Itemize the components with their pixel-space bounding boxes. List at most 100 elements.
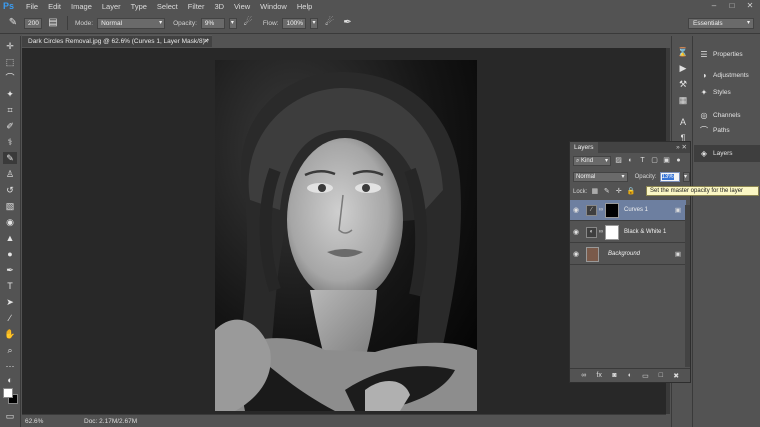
- layer-curves[interactable]: ◉ ∕ ∞ Curves 1 ▣: [570, 200, 686, 221]
- shape-tool-icon[interactable]: ∕: [3, 312, 17, 324]
- type-filter-icon[interactable]: T: [638, 156, 647, 165]
- zoom-tool-icon[interactable]: ⌕: [3, 344, 17, 356]
- minimize-button[interactable]: –: [708, 1, 720, 11]
- screen-mode-icon[interactable]: ▭: [3, 410, 17, 422]
- panel-label: Adjustments: [713, 72, 749, 79]
- background-thumbnail: [586, 246, 599, 262]
- new-group-icon[interactable]: ▭: [640, 372, 650, 380]
- layer-black-white[interactable]: ◉ ◐ ∞ Black & White 1: [570, 222, 686, 243]
- blend-mode-select[interactable]: Normal ▾: [573, 171, 628, 182]
- shape-filter-icon[interactable]: ▢: [650, 156, 659, 165]
- paint-bucket-tool-icon[interactable]: ◉: [3, 216, 17, 228]
- brush-preset-icon[interactable]: ✎: [6, 16, 20, 30]
- panel-properties[interactable]: ☰ Properties: [694, 46, 760, 63]
- character-icon[interactable]: A: [677, 116, 689, 128]
- smart-object-filter-icon[interactable]: ▣: [662, 156, 671, 165]
- quick-mask-icon[interactable]: ◐: [3, 374, 17, 386]
- tool-presets-icon[interactable]: ⚒: [677, 78, 689, 90]
- path-selection-tool-icon[interactable]: ➤: [3, 296, 17, 308]
- menu-image[interactable]: Image: [66, 0, 97, 13]
- history-brush-tool-icon[interactable]: ↺: [3, 184, 17, 196]
- layer-mask-thumbnail[interactable]: [605, 202, 619, 218]
- panel-styles[interactable]: ✦ Styles: [694, 84, 760, 101]
- panel-layers[interactable]: ◈ Layers: [694, 145, 760, 162]
- visibility-eye-icon[interactable]: ◉: [570, 206, 582, 214]
- maximize-button[interactable]: □: [726, 1, 738, 11]
- clone-stamp-tool-icon[interactable]: ♙: [3, 168, 17, 180]
- mode-select[interactable]: Normal ▾: [97, 17, 166, 29]
- lock-transparent-icon[interactable]: ▦: [590, 187, 599, 196]
- menu-filter[interactable]: Filter: [183, 0, 210, 13]
- lock-pixels-icon[interactable]: ✎: [602, 187, 611, 196]
- move-tool-icon[interactable]: ✛: [3, 40, 17, 52]
- actions-icon[interactable]: ▶: [677, 62, 689, 74]
- new-layer-icon[interactable]: □: [656, 372, 666, 379]
- blur-tool-icon[interactable]: ▲: [3, 232, 17, 244]
- eraser-tool-icon[interactable]: ▧: [3, 200, 17, 212]
- visibility-eye-icon[interactable]: ◉: [570, 250, 582, 258]
- panel-adjustments[interactable]: ◑ Adjustments: [694, 67, 760, 84]
- menu-view[interactable]: View: [229, 0, 255, 13]
- layer-opacity-field[interactable]: 13%: [659, 171, 681, 182]
- menu-window[interactable]: Window: [255, 0, 292, 13]
- menu-edit[interactable]: Edit: [43, 0, 66, 13]
- menu-layer[interactable]: Layer: [97, 0, 126, 13]
- airbrush-icon[interactable]: ☄: [322, 16, 336, 30]
- layer-background[interactable]: ◉ Background ▣: [570, 244, 686, 265]
- doc-size[interactable]: Doc: 2.17M/2.67M: [84, 418, 137, 425]
- adjustment-filter-icon[interactable]: ◐: [626, 156, 635, 165]
- link-chain-icon[interactable]: ∞: [598, 229, 604, 235]
- add-mask-icon[interactable]: ◙: [610, 372, 620, 379]
- dodge-tool-icon[interactable]: ●: [3, 248, 17, 260]
- new-adjustment-icon[interactable]: ◐: [625, 372, 635, 379]
- history-icon[interactable]: ⌛: [677, 46, 689, 58]
- quick-select-tool-icon[interactable]: ✦: [3, 88, 17, 100]
- pressure-opacity-icon[interactable]: ☄: [241, 16, 255, 30]
- brush-panel-icon[interactable]: ▤: [46, 16, 60, 30]
- type-tool-icon[interactable]: T: [3, 280, 17, 292]
- swatches-icon[interactable]: ▦: [677, 94, 689, 106]
- flow-slider-toggle[interactable]: ▾: [310, 17, 319, 29]
- crop-tool-icon[interactable]: ⌗: [3, 104, 17, 116]
- menu-type[interactable]: Type: [126, 0, 152, 13]
- opacity-slider-toggle[interactable]: ▾: [228, 17, 237, 29]
- link-chain-icon[interactable]: ∞: [598, 207, 604, 213]
- brush-tool-icon[interactable]: ✎: [3, 152, 17, 164]
- more-tools-icon[interactable]: ⋯: [3, 360, 17, 372]
- flow-field[interactable]: 100%: [282, 17, 307, 29]
- filter-toggle-icon[interactable]: ●: [674, 156, 683, 165]
- close-icon[interactable]: ✕: [204, 36, 209, 47]
- brush-size-picker[interactable]: 200: [24, 17, 42, 29]
- hand-tool-icon[interactable]: ✋: [3, 328, 17, 340]
- menu-select[interactable]: Select: [152, 0, 183, 13]
- visibility-eye-icon[interactable]: ◉: [570, 228, 582, 236]
- tab-layers[interactable]: Layers: [570, 142, 598, 153]
- opacity-dropdown[interactable]: ▾: [683, 171, 690, 182]
- panel-paths[interactable]: ⌒ Paths: [694, 122, 760, 139]
- pixel-filter-icon[interactable]: ▨: [614, 156, 623, 165]
- workspace-select[interactable]: Essentials ▾: [688, 18, 754, 29]
- lock-all-icon[interactable]: 🔒: [626, 187, 635, 196]
- link-layers-icon[interactable]: ∞: [579, 372, 589, 379]
- menu-help[interactable]: Help: [292, 0, 317, 13]
- opacity-field[interactable]: 9%: [200, 17, 225, 29]
- pressure-size-icon[interactable]: ✒: [340, 16, 354, 30]
- healing-brush-tool-icon[interactable]: ⚕: [3, 136, 17, 148]
- layer-filter-kind[interactable]: ⌕ Kind ▾: [573, 155, 611, 166]
- fx-icon[interactable]: fx: [594, 372, 604, 379]
- menu-file[interactable]: File: [21, 0, 43, 13]
- marquee-tool-icon[interactable]: ⬚: [3, 56, 17, 68]
- eyedropper-tool-icon[interactable]: ✐: [3, 120, 17, 132]
- lasso-tool-icon[interactable]: ⌒: [3, 72, 17, 84]
- panel-collapse-icon[interactable]: » ✕: [676, 142, 687, 153]
- document-tab[interactable]: Dark Circles Removal.jpg @ 62.6% (Curves…: [22, 35, 212, 47]
- zoom-level[interactable]: 62.6%: [22, 418, 46, 425]
- close-button[interactable]: ✕: [744, 1, 756, 11]
- trash-icon[interactable]: ✖: [671, 372, 681, 380]
- menu-3d[interactable]: 3D: [209, 0, 229, 13]
- layers-scrollbar[interactable]: [685, 205, 690, 367]
- foreground-color-swatch[interactable]: [3, 388, 13, 398]
- lock-position-icon[interactable]: ✛: [614, 187, 623, 196]
- layer-mask-thumbnail[interactable]: [605, 224, 619, 240]
- pen-tool-icon[interactable]: ✒: [3, 264, 17, 276]
